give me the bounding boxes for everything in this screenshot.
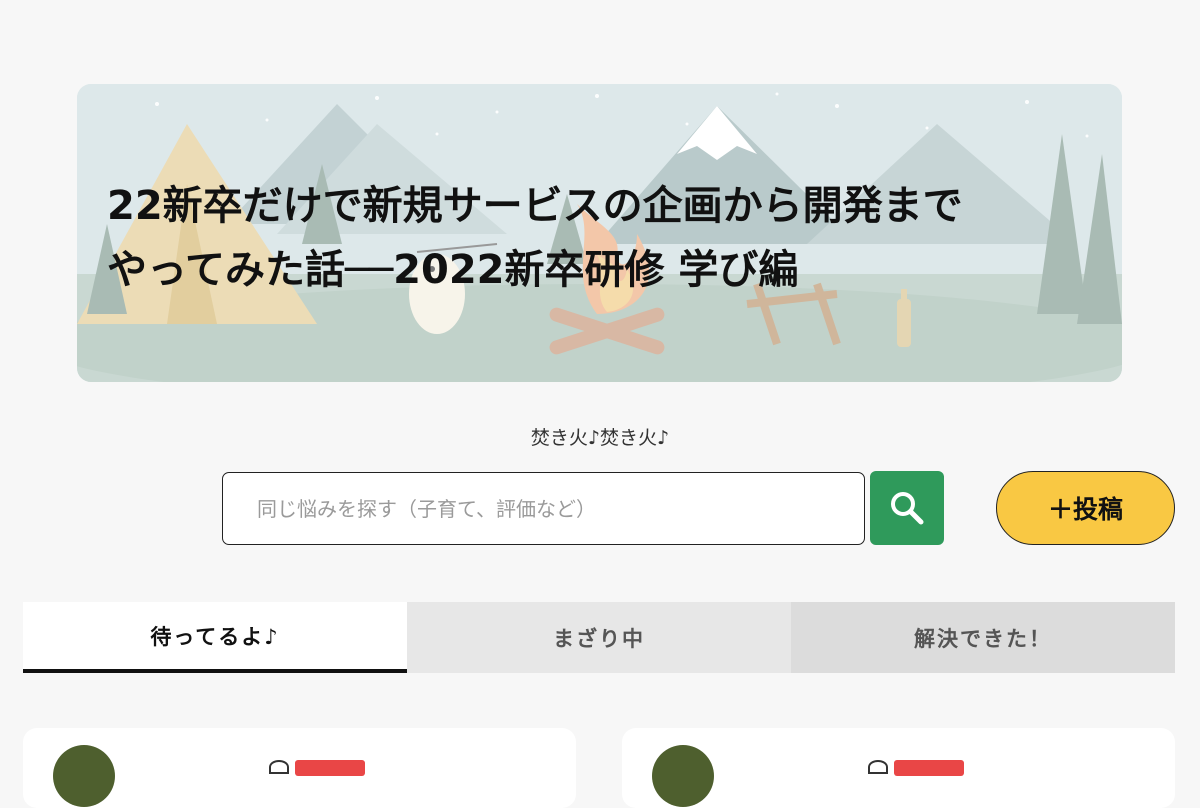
post-card[interactable] bbox=[622, 728, 1175, 808]
hero-title: 22新卒だけで新規サービスの企画から開発まで やってみた話──2022新卒研修 … bbox=[107, 174, 1107, 302]
avatar bbox=[53, 745, 115, 807]
search-box bbox=[222, 472, 865, 545]
status-tabs: 待ってるよ♪ まざり中 解決できた！ bbox=[23, 602, 1175, 673]
tab-resolved[interactable]: 解決できた！ bbox=[791, 602, 1175, 673]
search-button[interactable] bbox=[870, 471, 944, 545]
search-icon bbox=[891, 492, 924, 525]
avatar bbox=[652, 745, 714, 807]
hero-banner[interactable]: 22新卒だけで新規サービスの企画から開発まで やってみた話──2022新卒研修 … bbox=[77, 84, 1122, 382]
post-card[interactable] bbox=[23, 728, 576, 808]
status-badge bbox=[894, 760, 964, 776]
tagline: 焚き火♪焚き火♪ bbox=[530, 427, 670, 449]
hat-icon bbox=[269, 760, 289, 774]
post-button[interactable]: ＋投稿 bbox=[996, 471, 1175, 545]
hero-title-line-1: 22新卒だけで新規サービスの企画から開発まで bbox=[107, 183, 963, 229]
status-badge bbox=[295, 760, 365, 776]
tab-waiting[interactable]: 待ってるよ♪ bbox=[23, 602, 407, 673]
hero-title-line-2: やってみた話──2022新卒研修 学び編 bbox=[107, 247, 799, 293]
hat-icon bbox=[868, 760, 888, 774]
search-input[interactable] bbox=[223, 473, 864, 544]
tab-joining[interactable]: まざり中 bbox=[407, 602, 791, 673]
